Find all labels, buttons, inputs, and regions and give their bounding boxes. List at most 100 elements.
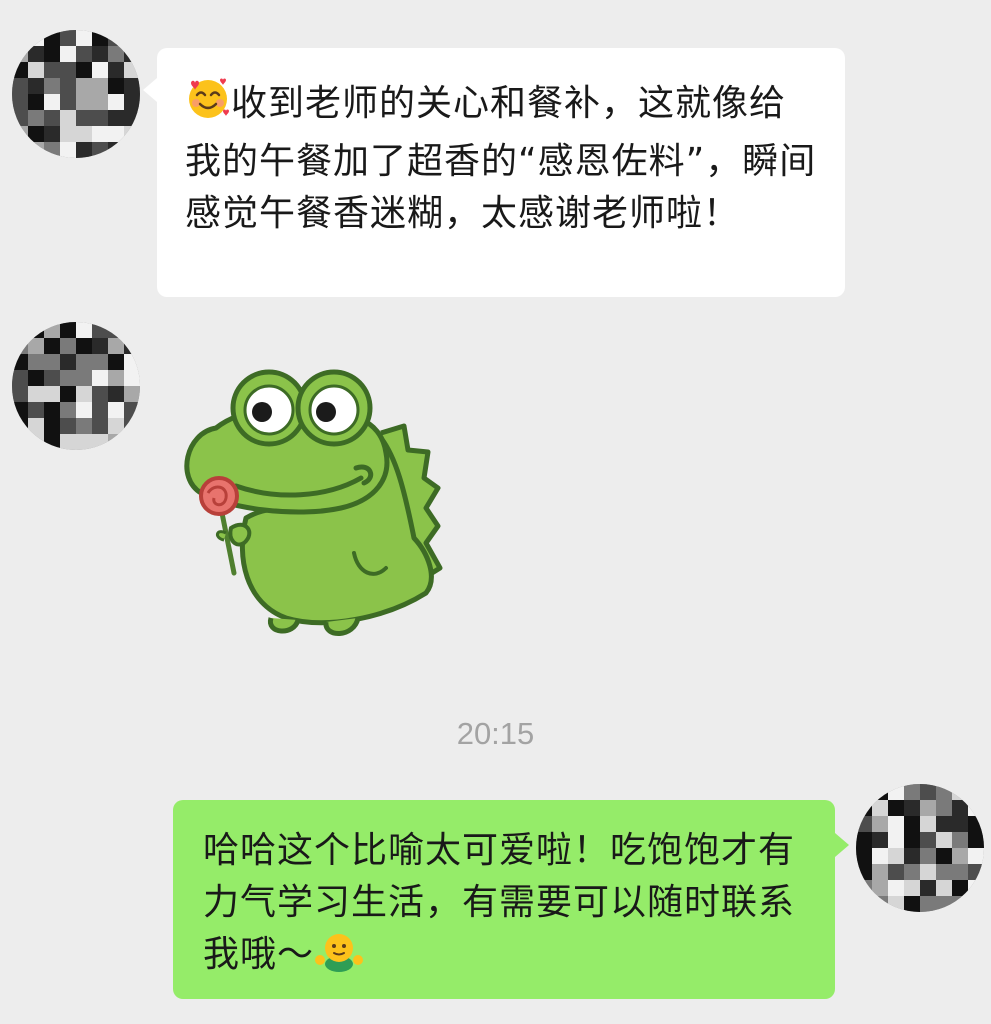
avatar-mosaic-pixel — [108, 142, 124, 158]
my-avatar[interactable] — [856, 784, 984, 912]
avatar-mosaic-pixel — [28, 370, 44, 386]
avatar-mosaic-pixel — [44, 78, 60, 94]
avatar-mosaic-pixel — [968, 848, 984, 864]
avatar-mosaic-pixel — [872, 896, 888, 912]
avatar-mosaic-pixel — [124, 402, 140, 418]
avatar-mosaic-pixel — [108, 354, 124, 370]
avatar-mosaic-pixel — [872, 864, 888, 880]
avatar-mosaic-pixel — [124, 354, 140, 370]
avatar-mosaic-pixel — [92, 142, 108, 158]
avatar-mosaic-pixel — [968, 816, 984, 832]
avatar-mosaic-pixel — [952, 816, 968, 832]
avatar-mosaic-pixel — [904, 880, 920, 896]
avatar-mosaic-pixel — [124, 370, 140, 386]
avatar-mosaic-pixel — [92, 338, 108, 354]
avatar-mosaic-pixel — [12, 110, 28, 126]
avatar-mosaic-pixel — [888, 848, 904, 864]
avatar-mosaic-pixel — [28, 354, 44, 370]
avatar-mosaic-pixel — [856, 848, 872, 864]
avatar-mosaic-pixel — [28, 338, 44, 354]
avatar-mosaic-pixel — [28, 126, 44, 142]
avatar-mosaic-pixel — [76, 338, 92, 354]
avatar-mosaic-pixel — [904, 816, 920, 832]
avatar-mosaic-pixel — [872, 880, 888, 896]
avatar-mosaic-pixel — [60, 386, 76, 402]
avatar-mosaic-pixel — [44, 402, 60, 418]
avatar-mosaic-pixel — [44, 62, 60, 78]
avatar-mosaic-pixel — [28, 434, 44, 450]
avatar-mosaic-pixel — [60, 46, 76, 62]
avatar-mosaic-pixel — [888, 832, 904, 848]
avatar-mosaic-pixel — [76, 94, 92, 110]
avatar-mosaic-pixel — [28, 78, 44, 94]
avatar-mosaic-pixel — [12, 30, 28, 46]
avatar-mosaic-pixel — [968, 864, 984, 880]
avatar-mosaic-pixel — [92, 46, 108, 62]
avatar-mosaic-pixel — [108, 322, 124, 338]
avatar-mosaic-pixel — [76, 322, 92, 338]
avatar-mosaic-pixel — [44, 322, 60, 338]
avatar-mosaic-pixel — [76, 354, 92, 370]
avatar-mosaic-pixel — [28, 46, 44, 62]
avatar-mosaic-pixel — [108, 386, 124, 402]
avatar-mosaic-pixel — [12, 126, 28, 142]
avatar-mosaic-pixel — [108, 94, 124, 110]
avatar-mosaic-pixel — [856, 896, 872, 912]
avatar-mosaic-pixel — [76, 402, 92, 418]
avatar-mosaic-pixel — [124, 62, 140, 78]
avatar-mosaic-pixel — [76, 78, 92, 94]
avatar-mosaic-pixel — [920, 816, 936, 832]
avatar-mosaic-pixel — [60, 434, 76, 450]
avatar-mosaic-pixel — [92, 322, 108, 338]
avatar-mosaic-pixel — [60, 418, 76, 434]
avatar-mosaic-pixel — [920, 800, 936, 816]
bubble-tail — [835, 833, 849, 857]
avatar-mosaic-pixel — [92, 418, 108, 434]
outgoing-message-text: 哈哈这个比喻太可爱啦！吃饱饱才有力气学习生活，有需要可以随时联系我哦～ — [203, 830, 796, 975]
avatar-mosaic-pixel — [904, 800, 920, 816]
avatar-mosaic-pixel — [92, 434, 108, 450]
avatar-mosaic-pixel — [76, 30, 92, 46]
avatar-mosaic-pixel — [936, 896, 952, 912]
contact-avatar[interactable] — [12, 322, 140, 450]
outgoing-message-bubble[interactable]: 哈哈这个比喻太可爱啦！吃饱饱才有力气学习生活，有需要可以随时联系我哦～ — [173, 800, 835, 999]
avatar-mosaic-pixel — [124, 30, 140, 46]
avatar-mosaic-pixel — [124, 418, 140, 434]
avatar-mosaic-pixel — [44, 354, 60, 370]
incoming-message-bubble[interactable]: 收到老师的关心和餐补，这就像给我的午餐加了超香的“感恩佐料”，瞬间感觉午餐香迷糊… — [157, 48, 845, 297]
avatar-mosaic-pixel — [44, 126, 60, 142]
avatar-mosaic-pixel — [888, 800, 904, 816]
avatar-mosaic-pixel — [12, 338, 28, 354]
avatar-mosaic-pixel — [44, 142, 60, 158]
avatar-mosaic-pixel — [92, 30, 108, 46]
avatar-mosaic-pixel — [872, 816, 888, 832]
avatar-mosaic-pixel — [28, 62, 44, 78]
avatar-mosaic-pixel — [28, 418, 44, 434]
avatar-mosaic-pixel — [904, 848, 920, 864]
avatar-mosaic-pixel — [108, 402, 124, 418]
avatar-mosaic-pixel — [44, 418, 60, 434]
contact-avatar[interactable] — [12, 30, 140, 158]
hugging-face-icon — [314, 930, 364, 987]
avatar-mosaic-pixel — [28, 142, 44, 158]
avatar-mosaic-pixel — [124, 46, 140, 62]
avatar-mosaic-pixel — [936, 848, 952, 864]
avatar-mosaic-pixel — [92, 78, 108, 94]
avatar-mosaic-pixel — [60, 126, 76, 142]
avatar-mosaic-pixel — [44, 370, 60, 386]
avatar-mosaic-pixel — [904, 896, 920, 912]
avatar-mosaic-pixel — [124, 78, 140, 94]
avatar-mosaic-pixel — [28, 402, 44, 418]
avatar-mosaic-pixel — [856, 832, 872, 848]
avatar-mosaic-pixel — [60, 370, 76, 386]
avatar-mosaic-pixel — [872, 832, 888, 848]
avatar-mosaic-pixel — [904, 784, 920, 800]
avatar-mosaic-pixel — [28, 322, 44, 338]
avatar-mosaic-pixel — [92, 126, 108, 142]
avatar-mosaic-pixel — [952, 880, 968, 896]
avatar-mosaic-pixel — [936, 832, 952, 848]
avatar-mosaic-pixel — [952, 832, 968, 848]
avatar-mosaic-pixel — [28, 94, 44, 110]
dinosaur-rose-sticker[interactable] — [176, 368, 446, 647]
message-timestamp: 20:15 — [456, 716, 535, 751]
